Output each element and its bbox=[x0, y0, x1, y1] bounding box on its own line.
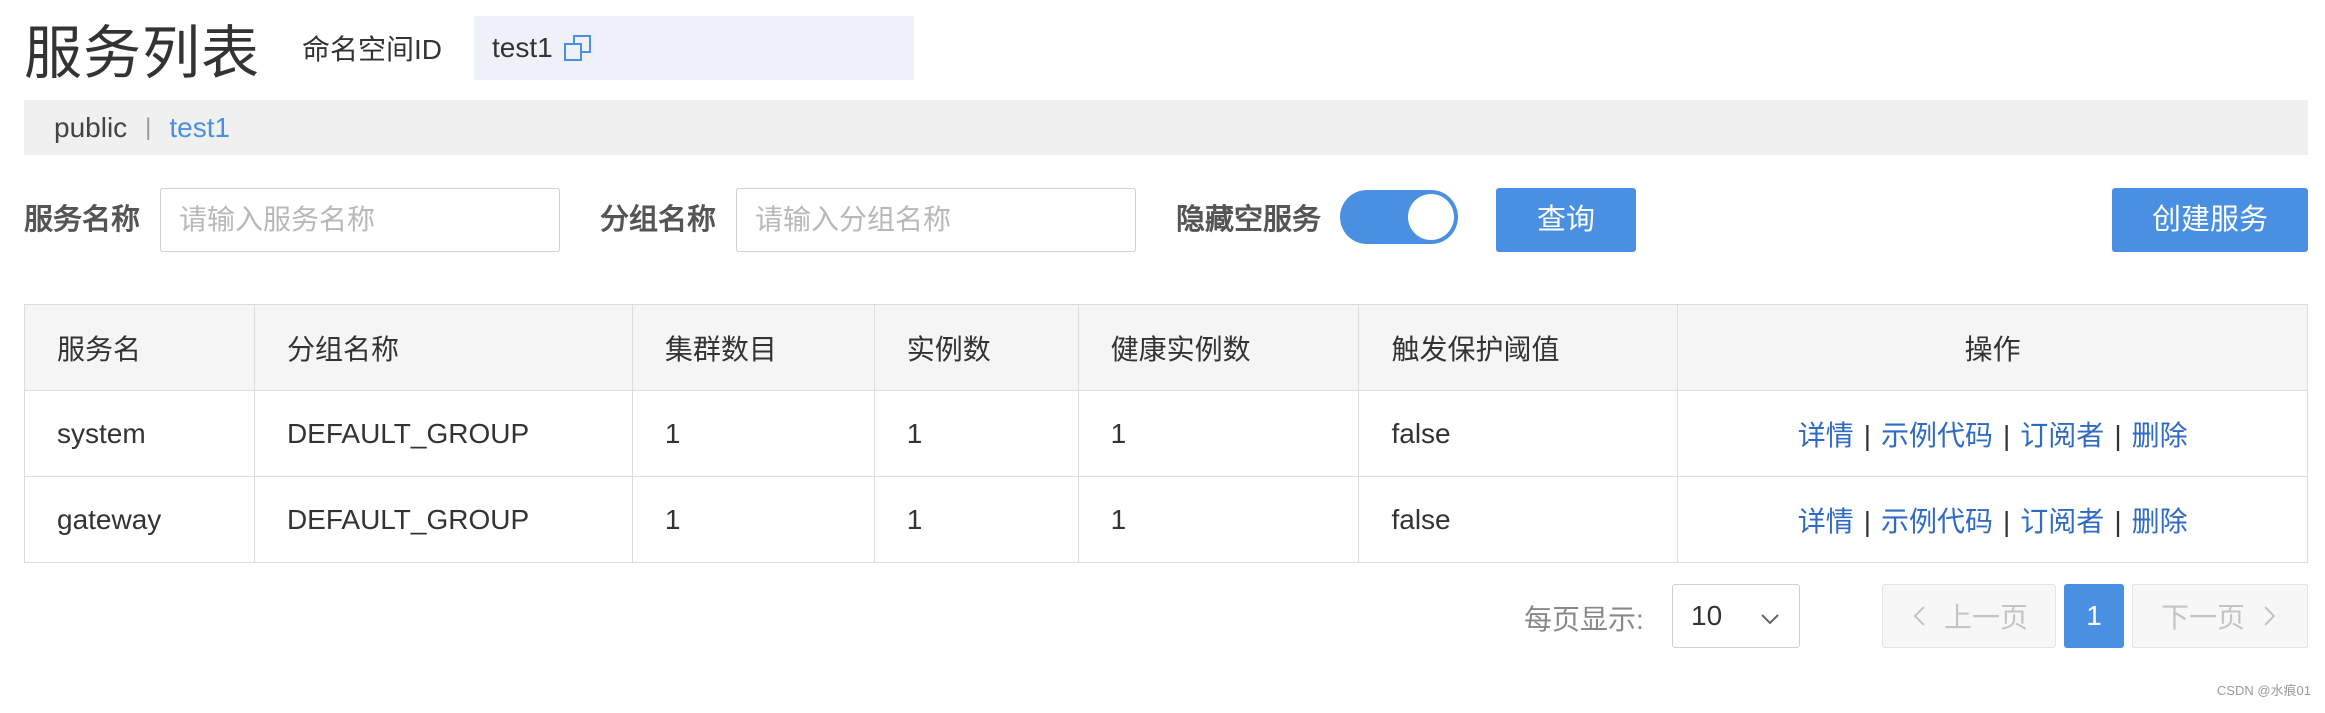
current-page-button[interactable]: 1 bbox=[2064, 584, 2124, 648]
subscribers-link[interactable]: 订阅者 bbox=[2020, 420, 2104, 451]
page-title: 服务列表 bbox=[24, 21, 261, 86]
column-header: 健康实例数 bbox=[1077, 304, 1360, 391]
service-list-page: 服务列表 命名空间ID test1 public | test1 服务名称 分组… bbox=[0, 0, 2325, 713]
cell-instance-count: 1 bbox=[873, 390, 1079, 477]
namespace-id-box: test1 bbox=[474, 16, 915, 80]
action-separator: | bbox=[1863, 419, 1871, 451]
cell-cluster-count: 1 bbox=[631, 476, 875, 563]
query-button[interactable]: 查询 bbox=[1496, 188, 1636, 252]
next-page-label: 下一页 bbox=[2160, 602, 2245, 633]
cell-actions: 详情 | 示例代码 | 订阅者 | 删除 bbox=[1677, 390, 2308, 477]
group-name-label: 分组名称 bbox=[600, 204, 717, 236]
table-row: gateway DEFAULT_GROUP 1 1 1 false 详情 | 示例代… bbox=[24, 476, 2308, 563]
hide-empty-label: 隐藏空服务 bbox=[1176, 204, 1322, 236]
action-separator: | bbox=[2114, 419, 2122, 451]
hide-empty-toggle[interactable] bbox=[1340, 190, 1458, 244]
filter-row: 服务名称 分组名称 隐藏空服务 查询 创建服务 bbox=[24, 188, 2308, 252]
column-header: 实例数 bbox=[873, 304, 1079, 391]
details-link[interactable]: 详情 bbox=[1798, 420, 1854, 451]
action-separator: | bbox=[2114, 505, 2122, 537]
cell-instance-count: 1 bbox=[873, 476, 1079, 563]
delete-link[interactable]: 删除 bbox=[2132, 506, 2188, 537]
chevron-right-icon bbox=[2259, 604, 2279, 628]
service-name-input[interactable] bbox=[160, 188, 560, 252]
sample-code-link[interactable]: 示例代码 bbox=[1881, 506, 1993, 537]
page-size-select[interactable]: 10 bbox=[1672, 584, 1800, 648]
details-link[interactable]: 详情 bbox=[1798, 506, 1854, 537]
column-header: 服务名 bbox=[24, 304, 255, 391]
cell-group-name: DEFAULT_GROUP bbox=[253, 390, 633, 477]
chevron-down-icon bbox=[1759, 605, 1781, 627]
sample-code-link[interactable]: 示例代码 bbox=[1881, 420, 1993, 451]
namespace-separator: | bbox=[145, 113, 152, 141]
cell-group-name: DEFAULT_GROUP bbox=[253, 476, 633, 563]
namespace-public[interactable]: public bbox=[54, 112, 127, 144]
action-separator: | bbox=[1863, 505, 1871, 537]
prev-page-button[interactable]: 上一页 bbox=[1882, 584, 2056, 648]
next-page-button[interactable]: 下一页 bbox=[2132, 584, 2308, 648]
chevron-left-icon bbox=[1910, 604, 1930, 628]
service-name-label: 服务名称 bbox=[24, 204, 141, 236]
cell-cluster-count: 1 bbox=[631, 390, 875, 477]
cell-healthy-count: 1 bbox=[1077, 390, 1360, 477]
namespace-bar: public | test1 bbox=[24, 100, 2308, 155]
group-name-input[interactable] bbox=[736, 188, 1136, 252]
create-service-button[interactable]: 创建服务 bbox=[2112, 188, 2308, 252]
prev-page-label: 上一页 bbox=[1943, 602, 2028, 633]
column-header: 集群数目 bbox=[631, 304, 875, 391]
subscribers-link[interactable]: 订阅者 bbox=[2020, 506, 2104, 537]
table-row: system DEFAULT_GROUP 1 1 1 false 详情 | 示例代码… bbox=[24, 390, 2308, 477]
namespace-id-value: test1 bbox=[492, 32, 553, 63]
page-header: 服务列表 命名空间ID test1 bbox=[24, 12, 915, 86]
column-header: 操作 bbox=[1677, 304, 2308, 391]
column-header: 触发保护阈值 bbox=[1358, 304, 1679, 391]
page-size-value: 10 bbox=[1691, 600, 1723, 631]
cell-actions: 详情 | 示例代码 | 订阅者 | 删除 bbox=[1677, 476, 2308, 563]
per-page-label: 每页显示: bbox=[1524, 604, 1644, 635]
cell-protect-threshold: false bbox=[1358, 390, 1679, 477]
column-header: 分组名称 bbox=[253, 304, 633, 391]
action-separator: | bbox=[2003, 419, 2011, 451]
namespace-id-label: 命名空间ID bbox=[302, 34, 443, 65]
service-table: 服务名 分组名称 集群数目 实例数 健康实例数 触发保护阈值 操作 system… bbox=[24, 304, 2308, 563]
cell-service-name: gateway bbox=[24, 476, 255, 563]
action-separator: | bbox=[2003, 505, 2011, 537]
table-header-row: 服务名 分组名称 集群数目 实例数 健康实例数 触发保护阈值 操作 bbox=[24, 304, 2308, 391]
cell-service-name: system bbox=[24, 390, 255, 477]
delete-link[interactable]: 删除 bbox=[2132, 420, 2188, 451]
namespace-test1[interactable]: test1 bbox=[169, 112, 230, 144]
cell-healthy-count: 1 bbox=[1077, 476, 1360, 563]
watermark: CSDN @水痕01 bbox=[2216, 683, 2311, 698]
copy-icon[interactable] bbox=[563, 33, 593, 63]
toggle-knob bbox=[1408, 194, 1454, 240]
cell-protect-threshold: false bbox=[1358, 476, 1679, 563]
